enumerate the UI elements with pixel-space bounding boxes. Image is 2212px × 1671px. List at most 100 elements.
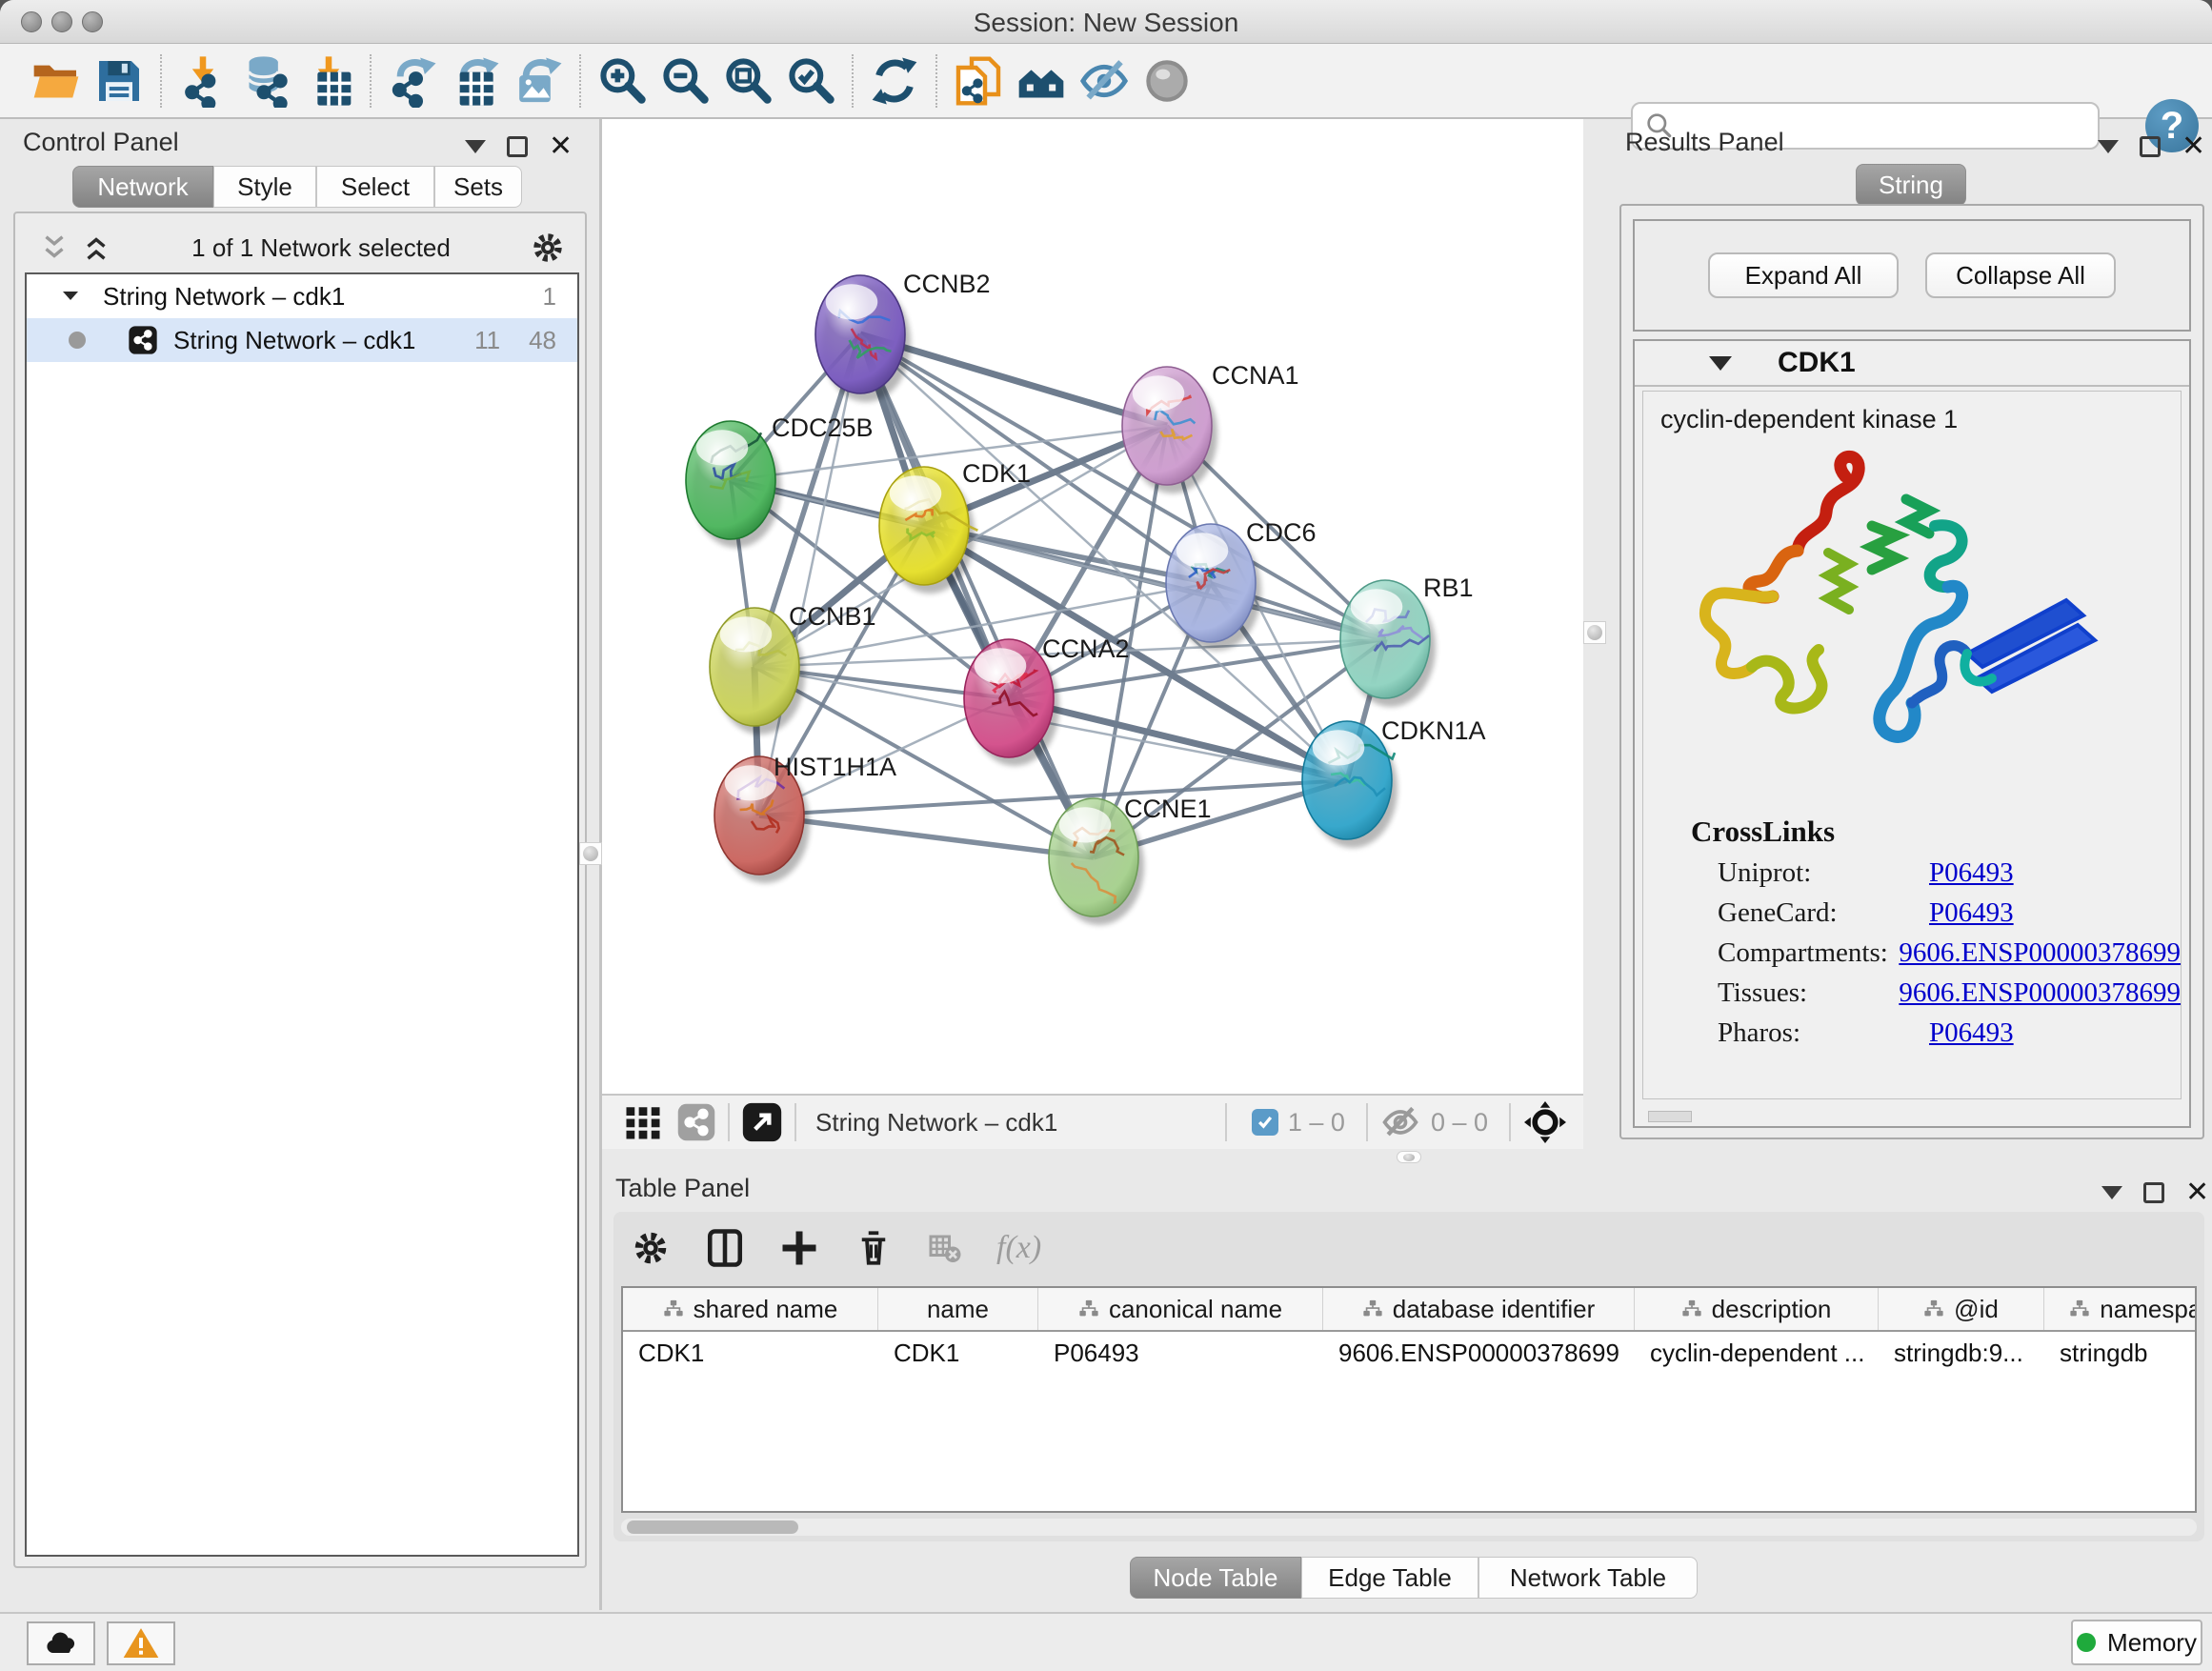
cloud-icon [42,1624,80,1662]
delete-column-icon[interactable] [854,1228,894,1268]
control-panel-close-icon[interactable]: ✕ [549,136,573,157]
network-node-RB1[interactable] [1340,580,1436,707]
export-image-button[interactable] [507,51,570,111]
title-bar: Session: New Session [0,0,2212,44]
tab-sets[interactable]: Sets [434,166,522,208]
horizontal-splitter-handle[interactable] [1397,1151,1421,1163]
right-splitter-handle[interactable] [1583,621,1606,644]
memory-button[interactable]: Memory [2071,1620,2202,1665]
tab-string[interactable]: String [1856,164,1966,206]
column-header-canonicalname[interactable]: canonical name [1038,1288,1323,1330]
crosslink-row: Uniprot:P06493 [1718,857,2181,889]
warning-status-button[interactable] [107,1621,175,1665]
zoom-fit-button[interactable] [716,51,779,111]
detach-view-icon[interactable] [741,1101,783,1143]
column-header-id[interactable]: @id [1879,1288,2044,1330]
table-panel-close-icon[interactable]: ✕ [2185,1182,2209,1203]
column-header-namespace[interactable]: namespace [2044,1288,2197,1330]
toolbar-separator [852,54,854,108]
create-column-icon[interactable] [779,1228,819,1268]
memory-label: Memory [2107,1628,2197,1658]
column-header-description[interactable]: description [1635,1288,1879,1330]
table-panel-collapse-icon[interactable] [2101,1186,2122,1199]
control-panel-collapse-icon[interactable] [465,140,486,153]
cloud-status-button[interactable] [27,1621,95,1665]
status-bar: Memory [0,1612,2212,1671]
save-session-button[interactable] [88,51,151,111]
tab-select[interactable]: Select [316,166,434,208]
open-session-button[interactable] [25,51,88,111]
cell-id[interactable]: stringdb:9... [1879,1332,2044,1374]
results-panel-close-icon[interactable]: ✕ [2182,136,2205,157]
save-session-icon [92,54,146,108]
results-panel-collapse-icon[interactable] [2098,140,2119,153]
network-edge[interactable] [759,334,860,815]
expand-all-button[interactable]: Expand All [1708,252,1899,298]
table-options-gear-icon[interactable] [631,1228,671,1268]
export-table-button[interactable] [444,51,507,111]
cell-sharedname[interactable]: CDK1 [623,1332,878,1374]
crosslink-link[interactable]: P06493 [1929,857,2014,889]
left-splitter-handle[interactable] [579,842,602,865]
birds-eye-view-icon[interactable] [1522,1099,1568,1145]
network-canvas[interactable]: CCNB2 CCNA1 CDC25B CDK1 CDC6 RB1 CCNB1 C… [602,119,1583,1094]
column-header-databaseidentifier[interactable]: database identifier [1323,1288,1635,1330]
crosslink-link[interactable]: 9606.ENSP00000378699 [1899,977,2181,1009]
grid-view-icon[interactable] [623,1102,663,1142]
cell-canonicalname[interactable]: P06493 [1038,1332,1323,1374]
import-network-button[interactable] [171,51,234,111]
import-database-button[interactable] [234,51,297,111]
network-node-CCNB2[interactable] [815,275,911,402]
zoom-selected-button[interactable] [779,51,842,111]
hide-selected-button[interactable] [1073,51,1136,111]
tab-network[interactable]: Network [72,166,213,208]
collection-expanded-icon[interactable] [59,285,82,308]
show-all-button[interactable] [1136,51,1198,111]
collapse-all-button[interactable]: Collapse All [1925,252,2116,298]
cell-description[interactable]: cyclin-dependent ... [1635,1332,1879,1374]
crosslink-link[interactable]: P06493 [1929,897,2014,929]
cdk1-section: CDK1 cyclin-dependent kinase 1 [1633,339,2191,1128]
zoom-out-button[interactable] [654,51,716,111]
results-scrollbar[interactable] [1648,1111,1692,1122]
network-row[interactable]: String Network – cdk1 11 48 [27,318,577,362]
table-panel-float-icon[interactable] [2143,1182,2164,1203]
column-header-name[interactable]: name [878,1288,1038,1330]
node-label-CCNE1: CCNE1 [1124,795,1212,823]
cell-name[interactable]: CDK1 [878,1332,1038,1374]
cdk1-expanded-icon[interactable] [1709,356,1732,371]
cell-namespace[interactable]: stringdb [2044,1332,2197,1374]
refresh-layout-button[interactable] [863,51,926,111]
import-table-button[interactable] [297,51,360,111]
control-panel-float-icon[interactable] [507,136,528,157]
annotation-button[interactable] [947,51,1010,111]
crosslink-link[interactable]: 9606.ENSP00000378699 [1899,937,2181,969]
cdk1-section-header[interactable]: CDK1 [1635,341,2189,387]
table-panel-body: f(x) shared namenamecanonical namedataba… [613,1212,2204,1541]
tab-edge-table[interactable]: Edge Table [1301,1557,1478,1599]
hidden-count: 0 – 0 [1431,1108,1488,1137]
crosslink-link[interactable]: P06493 [1929,1017,2014,1049]
network-share-view-icon[interactable] [676,1102,716,1142]
tab-style[interactable]: Style [213,166,316,208]
tab-network-table[interactable]: Network Table [1478,1557,1698,1599]
column-header-sharedname[interactable]: shared name [623,1288,878,1330]
results-panel-float-icon[interactable] [2140,136,2161,157]
tab-node-table[interactable]: Node Table [1130,1557,1301,1599]
table-hscrollbar-thumb[interactable] [627,1520,798,1534]
expand-all-networks-icon[interactable] [80,232,112,264]
node-table[interactable]: shared namenamecanonical namedatabase id… [621,1286,2197,1513]
table-hscrollbar[interactable] [621,1519,2197,1536]
zoom-in-button[interactable] [591,51,654,111]
collapse-all-networks-icon[interactable] [38,232,70,264]
show-columns-icon[interactable] [705,1228,745,1268]
network-collection-row[interactable]: String Network – cdk1 1 [27,274,577,318]
selected-nodes-checkbox[interactable] [1252,1109,1278,1136]
first-neighbors-button[interactable] [1010,51,1073,111]
column-namespace-icon [1362,1299,1383,1319]
network-options-gear-icon[interactable] [530,230,566,266]
export-network-button[interactable] [381,51,444,111]
cell-databaseidentifier[interactable]: 9606.ENSP00000378699 [1323,1332,1635,1374]
crosslink-row: Tissues:9606.ENSP00000378699 [1718,977,2181,1009]
table-row[interactable]: CDK1CDK1P064939606.ENSP00000378699cyclin… [623,1332,2195,1374]
